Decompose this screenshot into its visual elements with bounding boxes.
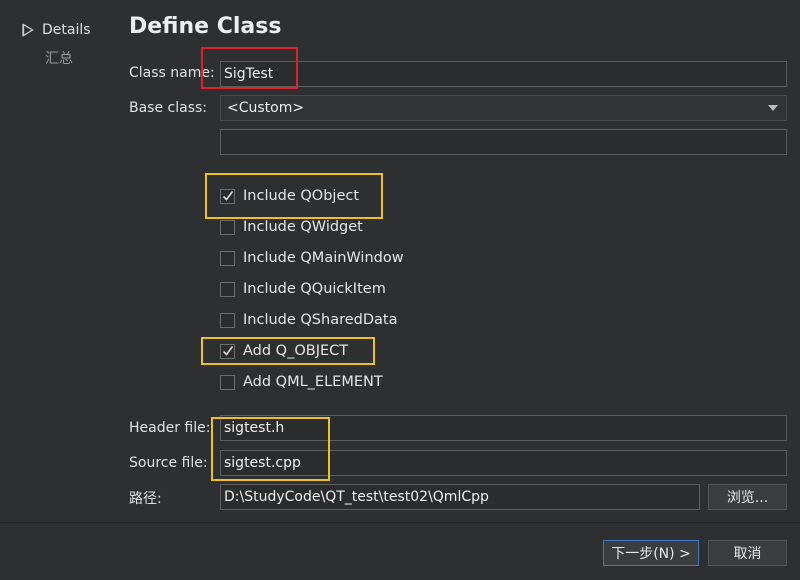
class-name-label: Class name: [129, 65, 215, 81]
option-label: Include QMainWindow [243, 250, 404, 266]
option-include-qmainwindow[interactable]: Include QMainWindow [220, 250, 404, 266]
option-include-qwidget[interactable]: Include QWidget [220, 219, 363, 235]
option-add-q-object[interactable]: Add Q_OBJECT [220, 343, 348, 359]
class-name-input[interactable] [220, 61, 787, 87]
checkbox[interactable] [220, 250, 235, 266]
sidebar-step-details: Details [22, 22, 91, 38]
browse-button[interactable]: 浏览... [708, 484, 787, 510]
checkbox[interactable] [220, 219, 235, 235]
header-file-label: Header file: [129, 420, 211, 436]
option-include-qobject[interactable]: Include QObject [220, 188, 359, 204]
option-label: Include QObject [243, 188, 360, 204]
checkbox[interactable] [220, 281, 235, 297]
cancel-button[interactable]: 取消 [708, 540, 787, 566]
checkbox[interactable] [220, 374, 235, 390]
base-class-selected-value: <Custom> [227, 100, 305, 116]
sidebar-step-label: Details [42, 22, 91, 38]
sidebar-step-summary: 汇总 [45, 51, 73, 67]
custom-base-class-input[interactable] [220, 129, 787, 155]
wizard-sidebar: Details 汇总 [0, 0, 112, 522]
base-class-select[interactable]: <Custom> [220, 95, 787, 121]
option-label: Add Q_OBJECT [243, 343, 349, 359]
checkmark-icon [222, 190, 234, 201]
page-title: Define Class [129, 14, 282, 39]
checkbox[interactable] [220, 312, 235, 328]
checkbox[interactable] [220, 188, 235, 204]
option-label: Include QQuickItem [243, 281, 386, 297]
source-file-label: Source file: [129, 455, 208, 471]
option-include-qquickitem[interactable]: Include QQuickItem [220, 281, 386, 297]
base-class-label: Base class: [129, 100, 208, 116]
header-file-input[interactable] [220, 415, 787, 441]
next-button[interactable]: 下一步(N) > [603, 540, 699, 566]
path-label: 路径: [129, 491, 162, 507]
play-arrow-icon [22, 23, 34, 37]
option-include-qshareddata[interactable]: Include QSharedData [220, 312, 397, 328]
checkbox[interactable] [220, 343, 235, 359]
option-label: Add QML_ELEMENT [243, 374, 383, 390]
chevron-down-icon [768, 105, 778, 111]
footer-divider [0, 522, 800, 523]
source-file-input[interactable] [220, 450, 787, 476]
option-label: Include QSharedData [243, 312, 398, 328]
option-label: Include QWidget [243, 219, 363, 235]
option-add-qml-element[interactable]: Add QML_ELEMENT [220, 374, 383, 390]
checkmark-icon [222, 345, 234, 356]
path-input[interactable] [220, 484, 700, 510]
